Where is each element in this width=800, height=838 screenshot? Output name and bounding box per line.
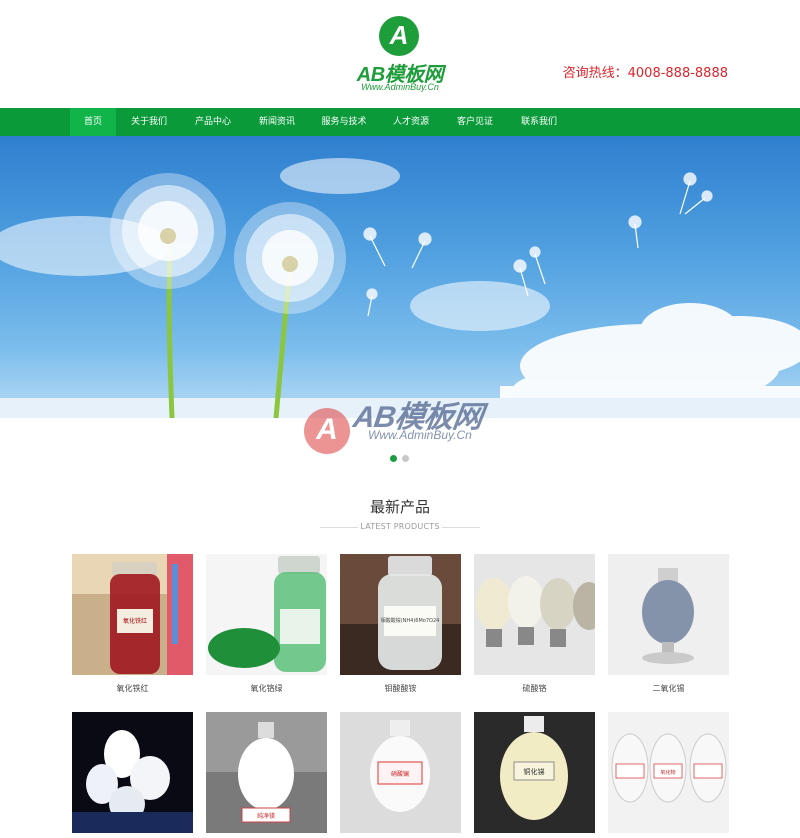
product-image: 氧化铁红 [72, 554, 193, 675]
nav-item-service[interactable]: 服务与技术 [314, 108, 374, 136]
product-label: 氧化物 [660, 769, 675, 776]
product-name[interactable]: 二氧化锡 [608, 683, 729, 694]
product-name[interactable]: 氧化铁红 [72, 683, 193, 694]
product-name[interactable]: 氧化铬绿 [206, 683, 327, 694]
nav-item-contact[interactable]: 联系我们 [512, 108, 566, 136]
watermark-logo-icon: A [304, 408, 350, 454]
banner-watermark: A AB模板网 Www.AdminBuy.Cn [302, 378, 502, 458]
product-card[interactable] [206, 554, 327, 675]
logo-letter: A [389, 20, 409, 50]
nav-item-news[interactable]: 新闻资讯 [250, 108, 304, 136]
section-title: 最新产品 [369, 498, 430, 516]
product-card[interactable]: 氧化物 [608, 712, 729, 833]
logo-icon: A [379, 16, 419, 56]
nav-item-talent[interactable]: 人才资源 [384, 108, 438, 136]
main-nav: 首页 关于我们 产品中心 新闻资讯 服务与技术 人才资源 客户见证 联系我们 [0, 108, 800, 136]
hotline-text: 咨询热线：4008-888-8888 [562, 66, 728, 81]
product-label: 氧化铁红 [123, 617, 147, 625]
product-card[interactable]: 铜化锑 [474, 712, 595, 833]
logo-url: Www.AdminBuy.Cn [361, 82, 439, 92]
product-card[interactable]: 纯净镁 [206, 712, 327, 833]
dandelion-right [234, 202, 346, 314]
product-label: 硝酸镧 [391, 770, 409, 778]
slider-dot-2[interactable] [402, 455, 409, 462]
product-image: 纯净镁 [206, 712, 327, 833]
nav-item-clients[interactable]: 客户见证 [448, 108, 502, 136]
watermark-url: Www.AdminBuy.Cn [368, 428, 472, 442]
slider-dots [390, 447, 414, 462]
site-header: A AB模板网 Www.AdminBuy.Cn 咨询热线：4008-888-88… [0, 0, 800, 108]
product-label: 铜化锑 [524, 767, 545, 776]
product-image [608, 554, 729, 675]
product-image [72, 712, 193, 833]
slider-dot-1[interactable] [390, 455, 397, 462]
product-card[interactable]: 硝酸镧 [340, 712, 461, 833]
product-image: 钼酸酸铵(NH4)6Mo7O24 [340, 554, 461, 675]
product-card[interactable]: 氧化铁红 [72, 554, 193, 675]
product-label: 钼酸酸铵(NH4)6Mo7O24 [381, 617, 440, 624]
product-image: 氧化物 [608, 712, 729, 833]
product-card[interactable] [72, 712, 193, 833]
dandelion-left [110, 173, 226, 289]
nav-item-products[interactable]: 产品中心 [186, 108, 240, 136]
section-subtitle: LATEST PRODUCTS [360, 522, 440, 531]
nav-item-about[interactable]: 关于我们 [122, 108, 176, 136]
product-name[interactable]: 硫酸铬 [474, 683, 595, 694]
product-card[interactable]: 钼酸酸铵(NH4)6Mo7O24 [340, 554, 461, 675]
product-image [206, 554, 327, 675]
product-label: 纯净镁 [257, 812, 275, 820]
product-image: 硝酸镧 [340, 712, 461, 833]
nav-item-home[interactable]: 首页 [70, 108, 116, 136]
banner-image [0, 158, 800, 418]
product-card[interactable] [474, 554, 595, 675]
hero-banner[interactable] [0, 136, 800, 418]
product-card[interactable] [608, 554, 729, 675]
site-logo[interactable]: A AB模板网 Www.AdminBuy.Cn [350, 16, 450, 96]
watermark-letter: A [316, 413, 338, 446]
product-image: 铜化锑 [474, 712, 595, 833]
product-name[interactable]: 钼酸酸铵 [340, 683, 461, 694]
product-image [474, 554, 595, 675]
